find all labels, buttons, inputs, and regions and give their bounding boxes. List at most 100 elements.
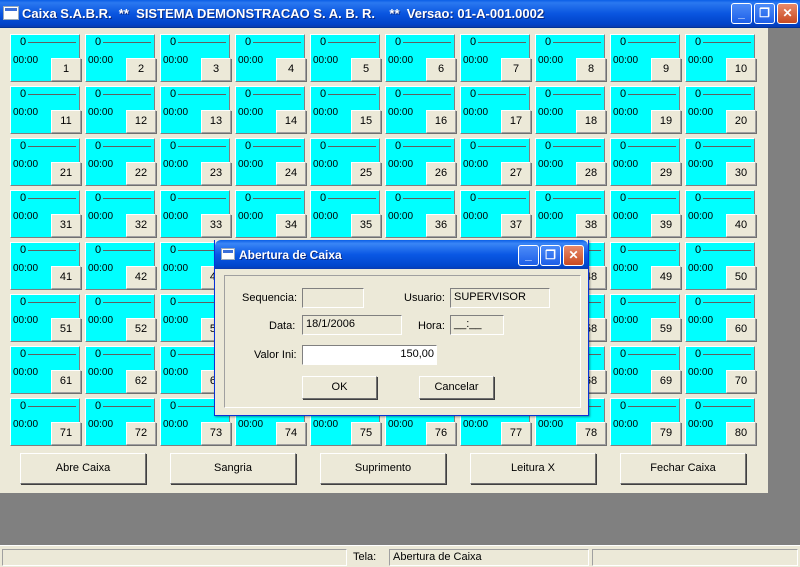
caixa-count: 0 <box>695 348 702 360</box>
caixa-number-button[interactable]: 2 <box>126 58 156 81</box>
caixa-number-button[interactable]: 14 <box>276 110 306 133</box>
caixa-number-button[interactable]: 15 <box>351 110 381 133</box>
caixa-time: 00:00 <box>88 211 114 222</box>
caixa-number-button[interactable]: 25 <box>351 162 381 185</box>
caixa-number-button[interactable]: 62 <box>126 370 156 393</box>
caixa-tile-face: 0 00:00 7 <box>460 34 531 82</box>
ok-button[interactable]: OK <box>302 376 377 399</box>
caixa-number-button[interactable]: 20 <box>726 110 756 133</box>
caixa-number-button[interactable]: 1 <box>51 58 81 81</box>
minimize-button[interactable]: _ <box>731 3 752 24</box>
caixa-number-button[interactable]: 75 <box>351 422 381 445</box>
caixa-count: 0 <box>620 400 627 412</box>
caixa-number-button[interactable]: 59 <box>651 318 681 341</box>
caixa-count: 0 <box>20 296 27 308</box>
caixa-number-button[interactable]: 5 <box>351 58 381 81</box>
caixa-time: 00:00 <box>538 211 564 222</box>
caixa-time: 00:00 <box>163 419 189 430</box>
caixa-number-button[interactable]: 26 <box>426 162 456 185</box>
caixa-tile: 0 00:00 70 <box>682 343 757 395</box>
caixa-time: 00:00 <box>163 211 189 222</box>
caixa-number-button[interactable]: 34 <box>276 214 306 237</box>
caixa-number-button[interactable]: 12 <box>126 110 156 133</box>
caixa-tile: 0 00:00 24 <box>232 135 307 187</box>
caixa-number-button[interactable]: 17 <box>501 110 531 133</box>
caixa-time: 00:00 <box>88 55 114 66</box>
caixa-tile-face: 0 00:00 69 <box>610 346 681 394</box>
caixa-number-button[interactable]: 22 <box>126 162 156 185</box>
caixa-count: 0 <box>245 192 252 204</box>
caixa-number-button[interactable]: 80 <box>726 422 756 445</box>
caixa-number-button[interactable]: 35 <box>351 214 381 237</box>
valor-ini-input[interactable]: 150,00 <box>302 345 437 365</box>
close-button[interactable]: ✕ <box>777 3 798 24</box>
caixa-number-button[interactable]: 23 <box>201 162 231 185</box>
caixa-time: 00:00 <box>163 55 189 66</box>
caixa-number-button[interactable]: 37 <box>501 214 531 237</box>
dialog-maximize-button[interactable]: ❐ <box>540 245 561 266</box>
caixa-number-button[interactable]: 41 <box>51 266 81 289</box>
caixa-number-button[interactable]: 11 <box>51 110 81 133</box>
caixa-number-button[interactable]: 74 <box>276 422 306 445</box>
fechar-caixa-button[interactable]: Fechar Caixa <box>620 453 746 484</box>
caixa-number-button[interactable]: 36 <box>426 214 456 237</box>
caixa-time: 00:00 <box>538 55 564 66</box>
caixa-number-button[interactable]: 28 <box>576 162 606 185</box>
caixa-time: 00:00 <box>13 159 39 170</box>
caixa-tile-face: 0 00:00 8 <box>535 34 606 82</box>
caixa-number-button[interactable]: 18 <box>576 110 606 133</box>
caixa-number-button[interactable]: 69 <box>651 370 681 393</box>
caixa-number-button[interactable]: 19 <box>651 110 681 133</box>
caixa-number-button[interactable]: 6 <box>426 58 456 81</box>
caixa-number-button[interactable]: 52 <box>126 318 156 341</box>
caixa-number-button[interactable]: 50 <box>726 266 756 289</box>
caixa-number-button[interactable]: 70 <box>726 370 756 393</box>
caixa-number-button[interactable]: 32 <box>126 214 156 237</box>
abre-caixa-button[interactable]: Abre Caixa <box>20 453 146 484</box>
leitura-x-button[interactable]: Leitura X <box>470 453 596 484</box>
caixa-number-button[interactable]: 16 <box>426 110 456 133</box>
dialog-close-button[interactable]: ✕ <box>563 245 584 266</box>
caixa-number-button[interactable]: 40 <box>726 214 756 237</box>
caixa-number-button[interactable]: 39 <box>651 214 681 237</box>
caixa-number-button[interactable]: 7 <box>501 58 531 81</box>
caixa-tile-face: 0 00:00 33 <box>160 190 231 238</box>
caixa-time: 00:00 <box>88 419 114 430</box>
caixa-number-button[interactable]: 9 <box>651 58 681 81</box>
caixa-number-button[interactable]: 31 <box>51 214 81 237</box>
status-label: Tela: <box>353 551 377 563</box>
caixa-number-button[interactable]: 76 <box>426 422 456 445</box>
maximize-button[interactable]: ❐ <box>754 3 775 24</box>
caixa-number-button[interactable]: 13 <box>201 110 231 133</box>
suprimento-button[interactable]: Suprimento <box>320 453 446 484</box>
caixa-count: 0 <box>170 244 177 256</box>
caixa-number-button[interactable]: 73 <box>201 422 231 445</box>
caixa-count: 0 <box>95 348 102 360</box>
caixa-number-button[interactable]: 29 <box>651 162 681 185</box>
caixa-count: 0 <box>320 36 327 48</box>
caixa-number-button[interactable]: 24 <box>276 162 306 185</box>
caixa-number-button[interactable]: 77 <box>501 422 531 445</box>
caixa-number-button[interactable]: 51 <box>51 318 81 341</box>
caixa-number-button[interactable]: 4 <box>276 58 306 81</box>
caixa-number-button[interactable]: 61 <box>51 370 81 393</box>
caixa-number-button[interactable]: 10 <box>726 58 756 81</box>
cancelar-button[interactable]: Cancelar <box>419 376 494 399</box>
caixa-number-button[interactable]: 38 <box>576 214 606 237</box>
caixa-number-button[interactable]: 42 <box>126 266 156 289</box>
caixa-number-button[interactable]: 8 <box>576 58 606 81</box>
caixa-tile-face: 0 00:00 36 <box>385 190 456 238</box>
caixa-number-button[interactable]: 72 <box>126 422 156 445</box>
caixa-number-button[interactable]: 33 <box>201 214 231 237</box>
caixa-number-button[interactable]: 71 <box>51 422 81 445</box>
caixa-number-button[interactable]: 79 <box>651 422 681 445</box>
caixa-number-button[interactable]: 3 <box>201 58 231 81</box>
caixa-number-button[interactable]: 49 <box>651 266 681 289</box>
caixa-number-button[interactable]: 78 <box>576 422 606 445</box>
caixa-number-button[interactable]: 30 <box>726 162 756 185</box>
dialog-minimize-button[interactable]: _ <box>518 245 539 266</box>
caixa-number-button[interactable]: 21 <box>51 162 81 185</box>
caixa-number-button[interactable]: 60 <box>726 318 756 341</box>
sangria-button[interactable]: Sangria <box>170 453 296 484</box>
caixa-number-button[interactable]: 27 <box>501 162 531 185</box>
